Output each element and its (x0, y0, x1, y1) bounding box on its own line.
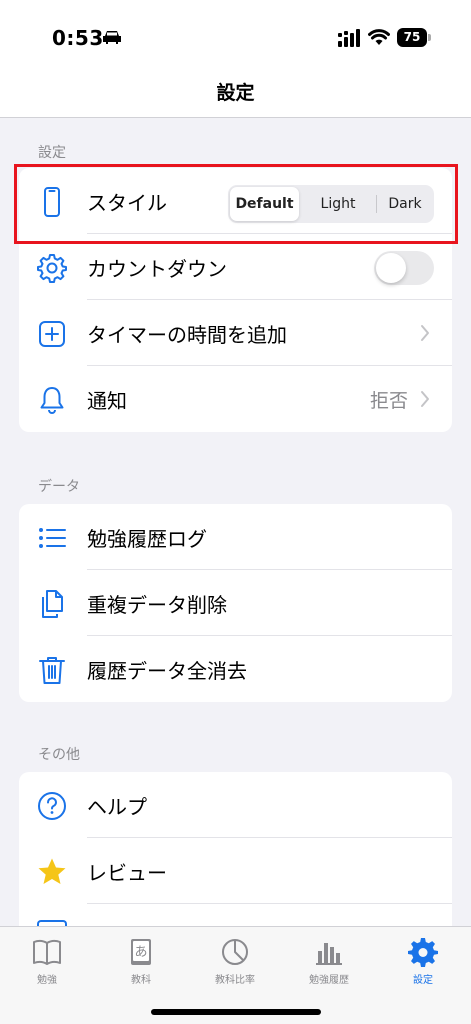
gear-icon (37, 254, 67, 283)
data-group: 勉強履歴ログ 重複データ削除 履歴データ全消去 (19, 504, 452, 702)
star-icon (38, 858, 66, 884)
tab-study-history[interactable]: 勉強履歴 (282, 933, 376, 993)
notification-row[interactable]: 通知 拒否 (19, 366, 452, 432)
battery-icon: 75 (397, 28, 431, 47)
tab-subjects[interactable]: あ 教科 (94, 933, 188, 993)
notification-label: 通知 (87, 389, 127, 413)
tab-study-label: 勉強 (37, 975, 57, 986)
pie-chart-icon (222, 939, 248, 965)
tab-subject-ratio-label: 教科比率 (215, 975, 255, 986)
car-icon (103, 31, 121, 44)
study-log-label: 勉強履歴ログ (87, 527, 207, 551)
page-title: 設定 (216, 82, 255, 104)
help-label: ヘルプ (87, 795, 147, 819)
navigation-bar: 設定 (0, 70, 471, 118)
tab-bar: 勉強 あ 教科 教科比率 勉強履歴 設定 (0, 926, 471, 1024)
section-header-settings: 設定 (38, 145, 66, 161)
battery-level: 75 (397, 28, 427, 47)
book-icon (33, 939, 61, 965)
other-group: ヘルプ レビュー (19, 772, 452, 928)
wifi-icon (368, 29, 390, 45)
timer-add-label: タイマーの時間を追加 (87, 323, 287, 347)
duplicate-delete-row[interactable]: 重複データ削除 (19, 570, 452, 636)
duplicate-delete-label: 重複データ削除 (87, 593, 227, 617)
help-row[interactable]: ヘルプ (19, 772, 452, 838)
delete-all-row[interactable]: 履歴データ全消去 (19, 636, 452, 702)
tab-study-history-label: 勉強履歴 (309, 975, 349, 986)
bell-icon (40, 387, 64, 414)
toggle-knob (376, 253, 406, 283)
partial-row[interactable] (19, 904, 452, 928)
delete-all-label: 履歴データ全消去 (87, 659, 247, 683)
plus-square-icon (39, 321, 65, 347)
list-icon (39, 528, 66, 548)
tab-subject-ratio[interactable]: 教科比率 (188, 933, 282, 993)
trash-icon (39, 657, 65, 684)
study-log-row[interactable]: 勉強履歴ログ (19, 504, 452, 570)
countdown-toggle[interactable] (374, 251, 434, 285)
chevron-right-icon (421, 391, 429, 407)
tab-subjects-label: 教科 (131, 975, 151, 986)
tab-settings-label: 設定 (413, 975, 433, 986)
status-time: 0:53 (52, 26, 104, 50)
section-header-other: その他 (38, 747, 80, 763)
timer-add-row[interactable]: タイマーの時間を追加 (19, 300, 452, 366)
notification-value: 拒否 (369, 390, 408, 412)
tab-settings[interactable]: 設定 (376, 933, 470, 993)
chevron-right-icon (421, 325, 429, 341)
review-row[interactable]: レビュー (19, 838, 452, 904)
highlight-box (14, 164, 458, 244)
section-header-data: データ (38, 479, 80, 495)
bar-chart-icon (316, 943, 342, 965)
tab-study[interactable]: 勉強 (0, 933, 94, 993)
gear-icon (408, 938, 438, 967)
status-bar: 0:53 75 (0, 0, 471, 70)
cellular-signal-icon (338, 29, 360, 47)
documents-icon (42, 590, 63, 618)
home-indicator (151, 1009, 321, 1015)
question-circle-icon (38, 792, 66, 820)
countdown-label: カウントダウン (87, 257, 227, 281)
review-label: レビュー (87, 861, 167, 885)
textbook-icon: あ (131, 939, 151, 965)
svg-text:あ: あ (134, 945, 147, 960)
